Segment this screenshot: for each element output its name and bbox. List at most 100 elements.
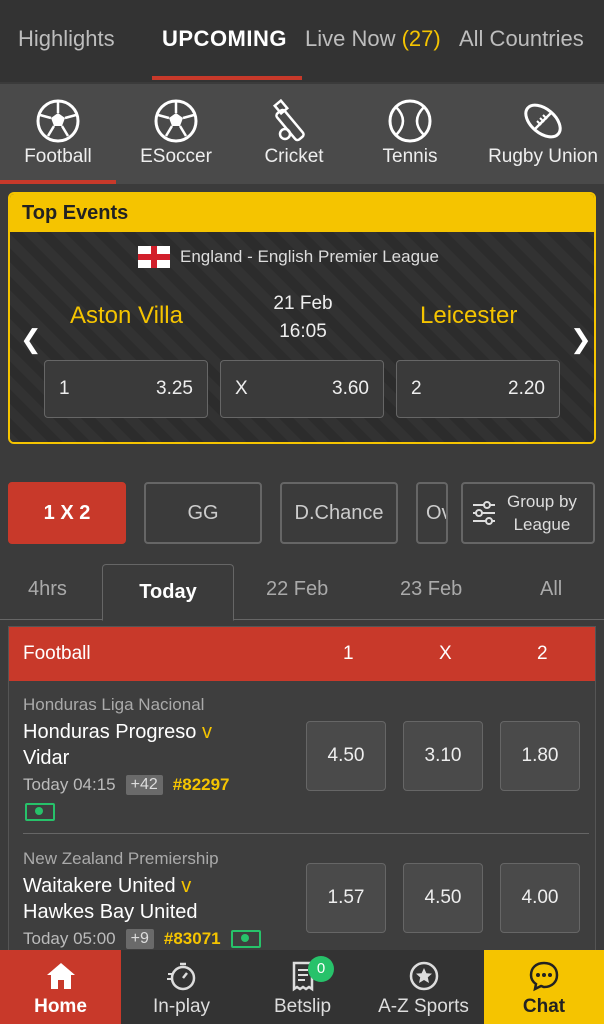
top-event-odd-draw[interactable]: X 3.60 [220, 360, 384, 418]
more-markets-badge[interactable]: +42 [125, 775, 163, 795]
top-event-datetime: 21 Feb 16:05 [250, 290, 356, 346]
col-draw-header: X [439, 643, 452, 664]
market-1x2-button[interactable]: 1 X 2 [8, 482, 126, 544]
match-teams: Honduras Progreso v Vidar [23, 719, 283, 771]
group-by-line1: Group by [507, 492, 577, 511]
odd-key: 2 [411, 378, 422, 399]
tab-22-feb[interactable]: 22 Feb [266, 578, 328, 601]
sport-rugby-union[interactable]: Rugby Union [482, 84, 604, 184]
sport-football[interactable]: Football [0, 84, 116, 184]
match-meta: Today 05:00 +9 #83071 [23, 929, 261, 949]
bottom-nav-label: A-Z Sports [378, 996, 469, 1017]
chat-bubble-icon [529, 961, 559, 992]
match-code: #82297 [172, 775, 230, 794]
top-event-away-team: Leicester [420, 302, 518, 329]
nav-live-now[interactable]: Live Now (27) [305, 26, 441, 52]
odd-away-button[interactable]: 1.80 [500, 721, 580, 791]
match-home-team: Honduras Progreso [23, 721, 197, 743]
match-vs: v [202, 721, 212, 743]
nav-all-countries[interactable]: All Countries [459, 26, 584, 52]
odd-value: 3.25 [156, 378, 193, 399]
sport-esoccer[interactable]: ESoccer [122, 84, 230, 184]
tab-4hrs[interactable]: 4hrs [28, 578, 67, 601]
bottom-nav-betslip[interactable]: 0 Betslip [242, 950, 363, 1024]
match-time: Today 05:00 [23, 929, 116, 948]
col-home-header: 1 [343, 643, 354, 664]
rugby-icon [524, 103, 562, 139]
bottom-nav-az-sports[interactable]: A-Z Sports [363, 950, 484, 1024]
odd-key: 1 [59, 378, 70, 399]
match-row[interactable]: New Zealand Premiership Waitakere United… [9, 835, 595, 955]
prev-event-arrow-icon[interactable]: ❮ [20, 324, 42, 355]
nav-upcoming[interactable]: UPCOMING [162, 26, 287, 52]
match-time: Today 04:15 [23, 775, 116, 794]
odd-home-button[interactable]: 1.57 [306, 863, 386, 933]
stopwatch-icon [166, 962, 195, 991]
tab-all[interactable]: All [540, 578, 562, 601]
sport-cricket[interactable]: Cricket [240, 84, 348, 184]
group-by-league-button[interactable]: Group by League [461, 482, 595, 544]
cricket-icon [272, 98, 305, 142]
cashout-icon [25, 803, 55, 821]
bottom-nav-label: Betslip [273, 996, 332, 1017]
odd-away-button[interactable]: 4.00 [500, 863, 580, 933]
market-over-button[interactable]: Ov [416, 482, 448, 544]
match-teams: Waitakere United v Hawkes Bay United [23, 873, 283, 925]
top-event-date: 21 Feb [273, 293, 333, 314]
top-event-odd-away[interactable]: 2 2.20 [396, 360, 560, 418]
match-row[interactable]: Honduras Liga Nacional Honduras Progreso… [9, 681, 595, 835]
bottom-nav-chat[interactable]: Chat [484, 950, 604, 1024]
sport-label: Rugby Union [488, 146, 598, 167]
home-icon [46, 963, 75, 989]
col-away-header: 2 [537, 643, 548, 664]
live-count: (27) [401, 26, 441, 51]
more-markets-badge[interactable]: +9 [125, 929, 154, 949]
sport-active-underline [0, 180, 116, 184]
top-events-title: Top Events [10, 194, 594, 232]
top-event-home-team: Aston Villa [70, 302, 183, 329]
market-gg-button[interactable]: GG [144, 482, 262, 544]
match-meta: Today 04:15 +42 #82297 [23, 775, 230, 795]
match-league: New Zealand Premiership [23, 849, 219, 868]
odd-draw-button[interactable]: 3.10 [403, 721, 483, 791]
match-list: Football 1 X 2 Honduras Liga Nacional Ho… [8, 626, 596, 956]
bottom-nav-home[interactable]: Home [0, 950, 121, 1024]
cashout-icon [230, 930, 261, 948]
bottom-nav-inplay[interactable]: In-play [121, 950, 242, 1024]
match-away-team: Hawkes Bay United [23, 901, 198, 923]
top-event-odd-home[interactable]: 1 3.25 [44, 360, 208, 418]
top-nav: Highlights UPCOMING Live Now (27) All Co… [0, 0, 604, 82]
match-home-team: Waitakere United [23, 875, 176, 897]
filter-sliders-icon [473, 501, 495, 525]
sport-label: Tennis [382, 146, 438, 167]
tennis-icon [388, 99, 432, 143]
top-event-time: 16:05 [279, 321, 327, 342]
odd-home-button[interactable]: 4.50 [306, 721, 386, 791]
odd-draw-button[interactable]: 4.50 [403, 863, 483, 933]
app-root: Highlights UPCOMING Live Now (27) All Co… [0, 0, 604, 1024]
odd-key: X [235, 378, 248, 399]
nav-highlights[interactable]: Highlights [18, 26, 115, 52]
match-code: #83071 [163, 929, 221, 948]
sport-label: Cricket [264, 146, 324, 167]
list-sport-title: Football [23, 643, 91, 664]
market-dchance-button[interactable]: D.Chance [280, 482, 398, 544]
match-list-header: Football 1 X 2 [9, 627, 595, 681]
bottom-nav-label: Chat [522, 996, 566, 1017]
top-events-card: Top Events England - English Premier Lea… [8, 192, 596, 444]
top-event-body[interactable]: England - English Premier League ❮ Aston… [10, 232, 594, 442]
odd-value: 3.60 [332, 378, 369, 399]
tab-today[interactable]: Today [102, 564, 234, 621]
bottom-nav-label: In-play [152, 996, 211, 1017]
football-icon [36, 99, 80, 143]
match-league: Honduras Liga Nacional [23, 695, 205, 714]
top-event-league: England - English Premier League [138, 246, 439, 268]
odd-value: 2.20 [508, 378, 545, 399]
sport-tennis[interactable]: Tennis [356, 84, 464, 184]
match-away-team: Vidar [23, 747, 70, 769]
sport-label: ESoccer [140, 146, 212, 167]
next-event-arrow-icon[interactable]: ❯ [570, 324, 592, 355]
esoccer-icon [154, 99, 198, 143]
tab-23-feb[interactable]: 23 Feb [400, 578, 462, 601]
england-flag-icon [138, 246, 170, 268]
